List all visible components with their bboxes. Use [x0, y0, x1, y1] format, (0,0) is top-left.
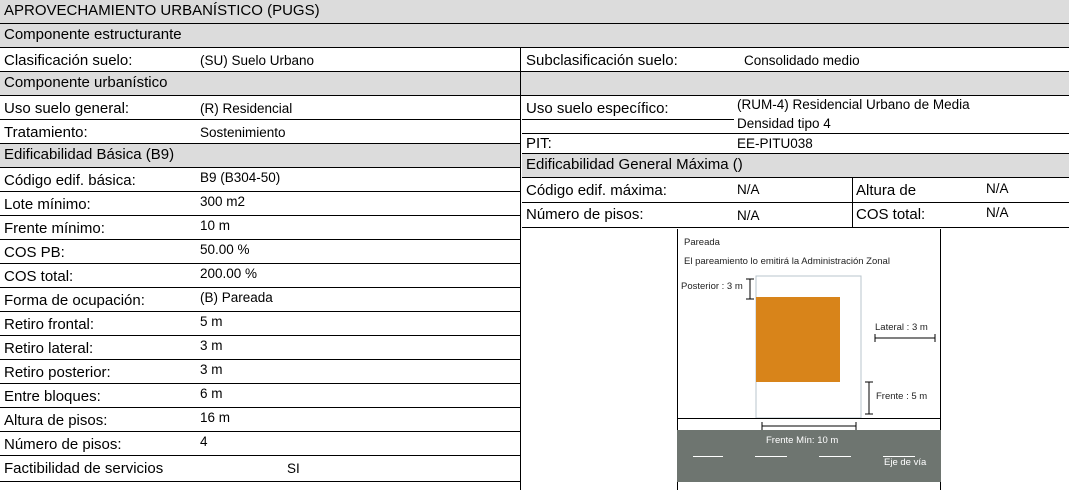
- lot-diagram: Pareada El pareamiento lo emitirá la Adm…: [677, 229, 941, 490]
- divider: [0, 407, 520, 408]
- divider: [0, 359, 520, 360]
- divider: [0, 119, 520, 120]
- basica-row-value: 200.00 %: [200, 266, 258, 281]
- basica-row-value: 50.00 %: [200, 242, 250, 257]
- divider: [0, 263, 520, 264]
- section-header-basica: Edificabilidad Básica (B9): [0, 144, 520, 167]
- uso-general-value: (R) Residencial: [200, 101, 293, 116]
- basica-row-label: Frente mínimo:: [4, 220, 105, 237]
- lot-diagram-graphic: [677, 229, 941, 490]
- basica-row-label: Retiro frontal:: [4, 316, 95, 333]
- factibilidad-value: SI: [287, 461, 300, 476]
- uso-especifico-label: Uso suelo específico:: [526, 100, 669, 117]
- basica-row-label: Lote mínimo:: [4, 196, 91, 213]
- section-header-estructurante: Componente estructurante: [0, 24, 1069, 47]
- divider: [0, 311, 520, 312]
- pit-value: EE-PITU038: [737, 136, 813, 151]
- cos-maxima-label: COS total:: [856, 206, 926, 223]
- divider: [0, 455, 520, 456]
- divider: [0, 239, 520, 240]
- divider: [0, 383, 520, 384]
- uso-general-label: Uso suelo general:: [4, 100, 130, 117]
- divider: [0, 191, 520, 192]
- divider: [522, 227, 1069, 228]
- divider: [0, 287, 520, 288]
- pisos-maxima-label: Número de pisos:: [526, 206, 644, 223]
- basica-row-label: Número de pisos:: [4, 436, 122, 453]
- divider: [0, 431, 520, 432]
- divider: [0, 481, 520, 482]
- basica-row-label: Retiro posterior:: [4, 364, 111, 381]
- posterior-label: Posterior : 3 m: [681, 281, 743, 292]
- uso-especifico-value-2: Densidad tipo 4: [737, 116, 831, 131]
- subclasificacion-label: Subclasificación suelo:: [526, 52, 678, 69]
- basica-row-label: Forma de ocupación:: [4, 292, 145, 309]
- codigo-maxima-label: Código edif. máxima:: [526, 182, 667, 199]
- divider: [522, 133, 1069, 134]
- pisos-maxima-value: N/A: [737, 208, 760, 223]
- tratamiento-value: Sostenimiento: [200, 125, 286, 140]
- pareada-label: Pareada: [684, 237, 720, 248]
- building-footprint: [756, 297, 840, 382]
- page-title: APROVECHAMIENTO URBANÍSTICO (PUGS): [0, 0, 1069, 23]
- tratamiento-label: Tratamiento:: [4, 124, 88, 141]
- clasificacion-value: (SU) Suelo Urbano: [200, 53, 315, 68]
- basica-row-value: 10 m: [200, 218, 231, 233]
- section-header-maxima: Edificabilidad General Máxima (): [522, 154, 1069, 177]
- basica-row-value: 5 m: [200, 314, 223, 329]
- divider: [0, 335, 520, 336]
- factibilidad-label: Factibilidad de servicios: [4, 460, 164, 477]
- section-header-urbanistico: Componente urbanístico: [0, 72, 1069, 95]
- basica-row-label: Entre bloques:: [4, 388, 101, 405]
- clasificacion-label: Clasificación suelo:: [4, 52, 133, 69]
- codigo-maxima-value: N/A: [737, 182, 760, 197]
- basica-row-label: COS PB:: [4, 244, 65, 261]
- divider: [0, 167, 520, 168]
- divider: [0, 95, 1069, 96]
- column-divider: [520, 48, 521, 490]
- lateral-label: Lateral : 3 m: [875, 322, 928, 333]
- frente-label: Frente : 5 m: [876, 391, 928, 402]
- basica-row-value: (B) Pareada: [200, 290, 273, 305]
- divider: [0, 47, 1069, 48]
- pit-label: PIT:: [526, 135, 552, 152]
- frente-min-label: Frente Mín: 10 m: [766, 435, 839, 446]
- basica-row-value: 6 m: [200, 386, 223, 401]
- altura-maxima-label: Altura de: [856, 182, 917, 199]
- basica-row-label: Altura de pisos:: [4, 412, 108, 429]
- basica-row-value: 3 m: [200, 362, 223, 377]
- basica-row-value: 3 m: [200, 338, 223, 353]
- uso-especifico-value: (RUM-4) Residencial Urbano de Media: [737, 97, 970, 112]
- divider: [522, 177, 1069, 178]
- basica-row-label: Código edif. básica:: [4, 172, 136, 189]
- divider: [522, 119, 734, 120]
- basica-row-label: COS total:: [4, 268, 74, 285]
- basica-row-value: B9 (B304-50): [200, 170, 281, 185]
- cos-maxima-value: N/A: [986, 205, 1009, 220]
- basica-row-value: 4: [200, 434, 208, 449]
- basica-row-value: 16 m: [200, 410, 231, 425]
- subclasificacion-value: Consolidado medio: [744, 53, 860, 68]
- altura-maxima-value: N/A: [986, 181, 1009, 196]
- basica-row-label: Retiro lateral:: [4, 340, 94, 357]
- divider: [522, 202, 1069, 203]
- eje-via-label: Eje de vía: [884, 457, 927, 468]
- pareamiento-note: El pareamiento lo emitirá la Administrac…: [684, 256, 890, 267]
- divider: [0, 215, 520, 216]
- basica-row-value: 300 m2: [200, 194, 246, 209]
